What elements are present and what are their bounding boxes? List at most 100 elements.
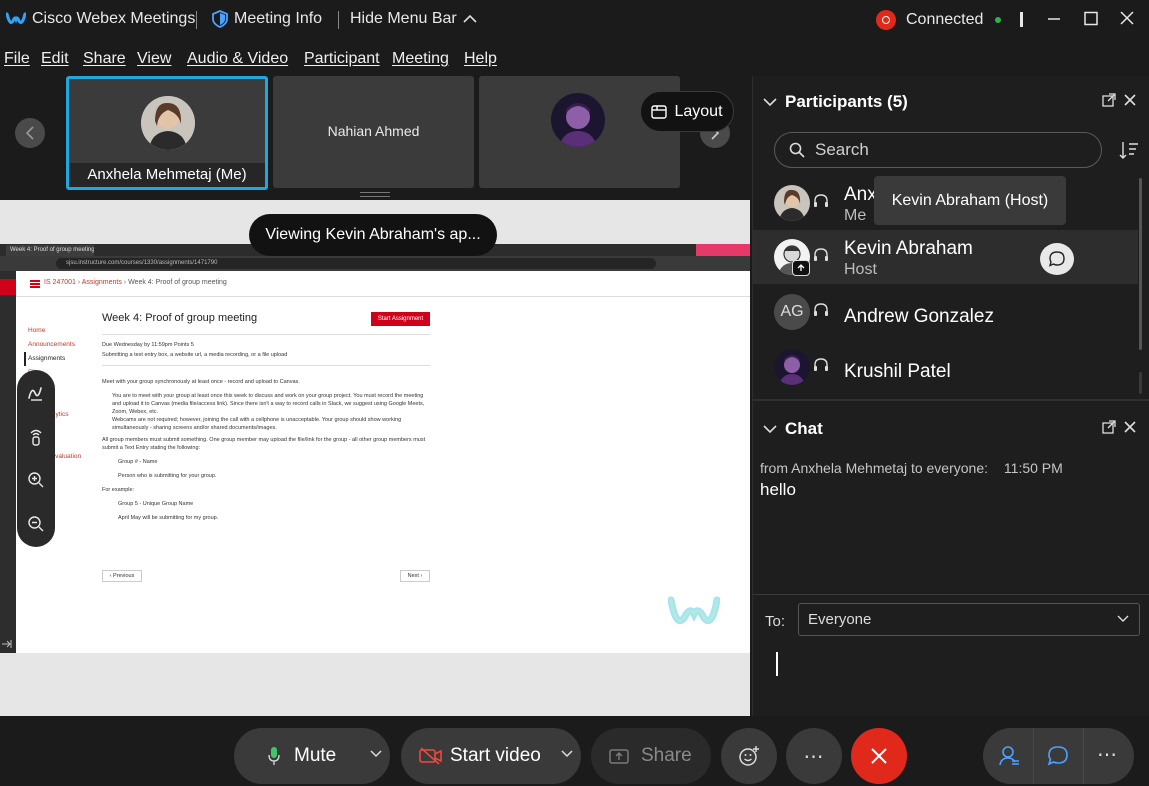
- start-video-button[interactable]: Start video: [401, 728, 581, 784]
- menu-audio-video[interactable]: Audio & Video: [187, 50, 288, 68]
- panel-toggle-group: ⋯: [983, 728, 1134, 784]
- private-chat-button[interactable]: [1040, 243, 1074, 275]
- chat-panel-icon[interactable]: [1046, 744, 1070, 768]
- filmstrip-prev-button[interactable]: [15, 118, 45, 148]
- app-title: Cisco Webex Meetings: [6, 10, 195, 28]
- layout-button[interactable]: Layout: [640, 91, 734, 132]
- panel-divider[interactable]: [753, 399, 1149, 401]
- video-filmstrip: Anxhela Mehmetaj (Me) Nahian Ahmed Layou…: [0, 76, 750, 200]
- assignment-group-note: All group members must submit something.…: [102, 437, 426, 451]
- avatar: [774, 349, 810, 385]
- submitting-line: Submitting a text entry box, a website u…: [102, 352, 288, 358]
- popout-icon[interactable]: [1102, 93, 1116, 107]
- popout-icon[interactable]: [1102, 420, 1116, 434]
- assignment-bullet-2: Webcams are not required; however, joini…: [112, 417, 402, 431]
- chevron-down-icon: [763, 424, 777, 434]
- canvas-topbar: IS 247001 › Assignments › Week 4: Proof …: [16, 271, 750, 297]
- chevron-left-icon: [25, 126, 35, 140]
- participants-search-input[interactable]: Search: [774, 132, 1102, 168]
- participant-role: Me: [844, 207, 867, 224]
- chat-message-input[interactable]: [753, 644, 1149, 716]
- shared-content-area: Week 4: Proof of group meeting sjsu.inst…: [0, 200, 750, 716]
- close-panel-icon[interactable]: [1124, 421, 1136, 433]
- sharing-icon: [792, 260, 810, 276]
- text-cursor: [776, 652, 778, 676]
- menu-edit[interactable]: Edit: [41, 50, 69, 68]
- sort-icon[interactable]: [1119, 140, 1139, 160]
- assignment-example-label: For example:: [102, 487, 135, 493]
- shared-screen: Week 4: Proof of group meeting sjsu.inst…: [0, 244, 750, 653]
- tile-name-label: Anxhela Mehmetaj (Me): [69, 163, 265, 187]
- participant-row[interactable]: Krushil Patel: [753, 340, 1138, 394]
- side-panel: Participants (5) Search Anxhela Mehmetaj…: [752, 76, 1149, 716]
- layout-label: Layout: [674, 102, 723, 120]
- participants-scroll-track: [1139, 372, 1142, 394]
- breadcrumb-current: Week 4: Proof of group meeting: [128, 279, 227, 286]
- browser-tab-accent: [696, 244, 750, 256]
- menu-view[interactable]: View: [137, 50, 171, 68]
- chat-header[interactable]: Chat: [763, 419, 823, 439]
- connection-status-label: Connected: [906, 11, 984, 28]
- previous-button[interactable]: ‹ Previous: [102, 570, 142, 582]
- mute-button[interactable]: Mute: [234, 728, 390, 784]
- video-options-chevron-icon[interactable]: [561, 750, 573, 758]
- meeting-controls-bar: Mute Start video Share ⋯ ⋯: [0, 716, 1149, 786]
- menu-share[interactable]: Share: [83, 50, 126, 68]
- mute-options-chevron-icon[interactable]: [370, 750, 382, 758]
- browser-addressbar: sjsu.instructure.com/courses/1330/assign…: [0, 256, 750, 271]
- layout-icon: [651, 104, 668, 119]
- chat-bubble-icon: [1048, 250, 1066, 268]
- participant-row[interactable]: AG Andrew Gonzalez: [753, 285, 1138, 339]
- participants-panel-icon[interactable]: [997, 744, 1021, 768]
- avatar-initials: AG: [774, 294, 810, 330]
- search-placeholder: Search: [815, 140, 869, 159]
- participant-role: Host: [844, 261, 877, 278]
- video-tile-self[interactable]: Anxhela Mehmetaj (Me): [66, 76, 268, 190]
- menu-file[interactable]: File: [4, 50, 30, 68]
- participant-row[interactable]: Kevin Abraham Host: [753, 230, 1138, 284]
- hide-menu-bar-button[interactable]: Hide Menu Bar: [350, 10, 477, 28]
- recording-status-icon: [876, 10, 896, 30]
- reactions-button[interactable]: [721, 728, 777, 784]
- assignment-body: Meet with your group synchronously at le…: [102, 378, 430, 522]
- menu-participant[interactable]: Participant: [304, 50, 380, 68]
- next-button[interactable]: Next ›: [400, 570, 430, 582]
- participants-header[interactable]: Participants (5): [763, 92, 908, 112]
- leave-meeting-button[interactable]: [851, 728, 907, 784]
- participant-name: Andrew Gonzalez: [844, 306, 994, 327]
- chat-recipient-select[interactable]: Everyone: [798, 603, 1140, 636]
- chat-message-time: 11:50 PM: [1003, 460, 1063, 476]
- window-divider: [1020, 12, 1023, 27]
- microphone-icon: [268, 746, 280, 766]
- close-window-icon[interactable]: [1119, 10, 1135, 26]
- menu-meeting[interactable]: Meeting: [392, 50, 449, 68]
- breadcrumb-assignments: Assignments: [81, 279, 122, 286]
- meeting-info-button[interactable]: Meeting Info: [212, 10, 322, 28]
- webex-logo-icon: [6, 11, 26, 27]
- canvas-logo: [0, 279, 16, 295]
- zoom-in-icon[interactable]: [27, 471, 45, 489]
- zoom-out-icon[interactable]: [27, 515, 45, 533]
- participants-scrollbar[interactable]: [1139, 178, 1142, 350]
- breadcrumb-course: IS 247001: [44, 279, 76, 286]
- start-assignment-button[interactable]: Start Assignment: [371, 312, 430, 326]
- course-nav-home: Home: [28, 327, 46, 334]
- remote-control-icon[interactable]: [27, 428, 45, 446]
- meeting-info-label: Meeting Info: [234, 10, 323, 27]
- divider: [102, 334, 430, 335]
- more-options-button[interactable]: ⋯: [786, 728, 842, 784]
- video-tile-nahian[interactable]: Nahian Ahmed: [273, 76, 474, 188]
- maximize-icon[interactable]: [1083, 11, 1099, 27]
- headset-icon: [813, 193, 829, 209]
- more-panels-icon[interactable]: ⋯: [1097, 742, 1117, 767]
- menu-help[interactable]: Help: [464, 50, 497, 68]
- assignment-format-2: Person who is submitting for your group.: [118, 473, 217, 479]
- minimize-icon[interactable]: [1046, 11, 1062, 27]
- resize-handle[interactable]: [360, 192, 390, 197]
- collapse-nav-icon[interactable]: [0, 639, 16, 653]
- connection-status[interactable]: Connected: [876, 10, 1002, 30]
- divider: [102, 365, 430, 366]
- share-button[interactable]: Share: [591, 728, 711, 784]
- close-panel-icon[interactable]: [1124, 94, 1136, 106]
- annotate-icon[interactable]: [27, 384, 45, 402]
